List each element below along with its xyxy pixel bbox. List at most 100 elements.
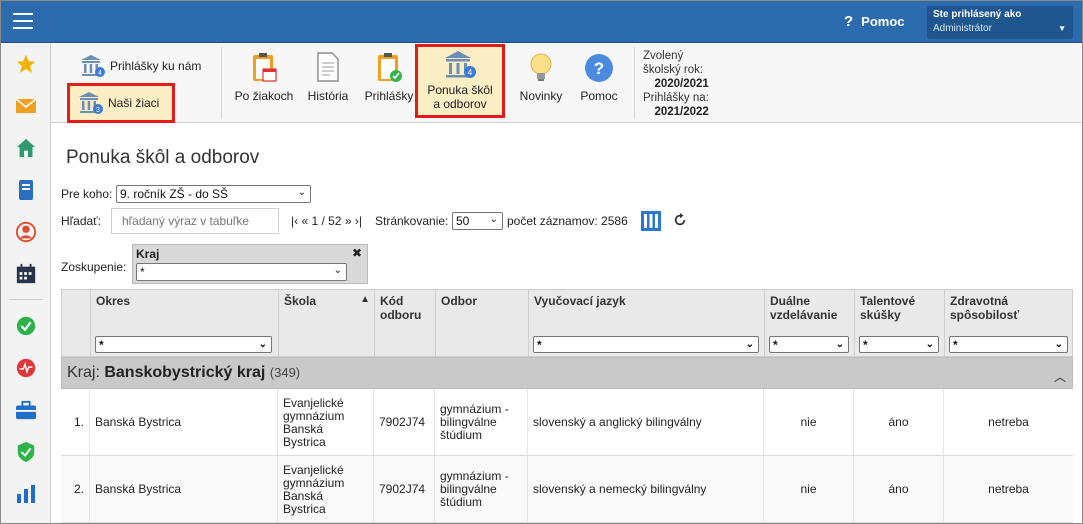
cell-jazyk: slovenský a anglický bilingválny [528,389,764,456]
home-icon[interactable] [14,136,38,160]
cell-talent: áno [854,389,944,456]
chevron-down-icon: ⌄ [1054,339,1063,350]
zdrav-filter[interactable]: * ⌄ [949,336,1068,353]
caret-down-icon: ▼ [1058,24,1066,33]
table-row[interactable]: 1. Banská Bystrica Evanjelické gymnázium… [61,389,1073,456]
prihlasky-ku-nam-label: Prihlášky ku nám [110,59,202,73]
historia-button[interactable]: História [303,51,353,103]
cell-kod: 7902J74 [374,389,435,456]
dualne-filter[interactable]: * ⌄ [769,336,849,353]
prihlasky-label: Prihlášky [364,89,414,103]
star-icon[interactable] [14,52,38,76]
question-icon: ? [844,13,854,30]
sidebar-divider [9,299,43,300]
cell-dualne: nie [764,456,854,523]
nasi-ziaci-button[interactable]: 3 Naši žiaci [67,83,175,123]
row-index: 2. [61,456,90,523]
cell-jazyk: slovenský a nemecký bilingválny [528,456,764,523]
column-header-okres[interactable]: Okres * ⌄ [91,290,279,358]
user-menu[interactable]: Ste prihlásený ako Administrátor ▼ [927,6,1073,39]
ponuka-skol-button[interactable]: 4 Ponuka škôl a odborov [415,44,505,118]
app-window: ? Pomoc Ste prihlásený ako Administrátor … [0,0,1083,524]
chevron-down-icon: ⌄ [925,339,934,350]
info-line4: Prihlášky na: [643,92,709,104]
cell-zdrav: netreba [988,415,1029,429]
okres-filter[interactable]: * ⌄ [95,336,272,353]
nasi-ziaci-label: Naši žiaci [108,96,160,110]
column-header-talent[interactable]: Talentové skúšky * ⌄ [855,290,945,358]
group-by-select[interactable]: * ⌄ [136,263,347,281]
zoskupenie-label: Zoskupenie: [61,260,127,274]
chevron-down-icon: ⌄ [489,214,498,225]
check-circle-icon[interactable] [14,314,38,338]
talent-filter[interactable]: * ⌄ [859,336,939,353]
calendar-icon[interactable] [14,262,38,286]
prihlasky-ku-nam-button[interactable]: 4 Prihlášky ku nám [80,53,201,79]
toolbar-ribbon: 4 Prihlášky ku nám 3 Naši žiaci Po žiako… [51,43,1082,123]
kod-header-line1: Kód [380,294,404,308]
search-input[interactable] [111,208,279,234]
briefcase-icon[interactable] [14,398,38,422]
novinky-label: Novinky [519,89,563,103]
top-bar: ? Pomoc Ste prihlásený ako Administrátor … [1,1,1082,43]
jazyk-header-label: Vyučovací jazyk [534,294,626,308]
cell-okres: Banská Bystrica [90,456,278,523]
pre-koho-value: 9. ročník ZŠ - do SŠ [120,187,229,201]
group-row-kraj[interactable]: Kraj: Banskobystrický kraj (349) ︿ [61,357,1073,389]
clipboard-calendar-icon [253,53,277,82]
bank-icon: 3 [79,92,103,114]
group-count: (349) [269,365,301,380]
column-header-skola[interactable]: Škola ▲ [279,290,375,358]
filter-value: * [773,337,778,352]
school-year-info: Zvolený školský rok: 2020/2021 Prihlášky… [643,49,709,119]
collapse-chevron-icon[interactable]: ︿ [1054,368,1066,385]
column-header-zdrav[interactable]: Zdravotná spôsobilosť * ⌄ [945,290,1074,358]
book-icon[interactable] [14,178,38,202]
prihlasky-button[interactable]: Prihlášky [361,51,417,103]
document-icon [317,52,339,82]
close-icon[interactable]: ✖ [352,246,362,260]
help-link[interactable]: ? Pomoc [844,13,905,30]
svg-text:4: 4 [98,70,102,77]
ponuka-label-line1: Ponuka škôl [427,83,493,97]
info-line2: školský rok: [643,64,704,76]
bank-icon: 4 [445,51,476,78]
page-size-select[interactable]: 50 ⌄ [452,212,503,230]
columns-icon[interactable] [641,211,661,234]
svg-text:3: 3 [96,107,100,114]
group-row-label: Kraj: Banskobystrický kraj (349) [67,364,300,382]
novinky-button[interactable]: Novinky [515,51,567,103]
dualne-header-line2: vzdelávanie [770,308,838,322]
lightbulb-icon [530,53,552,81]
po-ziakoch-button[interactable]: Po žiakoch [231,51,297,103]
refresh-icon[interactable] [673,213,687,230]
okres-header-label: Okres [96,294,131,308]
pre-koho-select[interactable]: 9. ročník ZŠ - do SŠ ⌄ [116,185,311,203]
envelope-icon[interactable] [14,94,38,118]
column-header-kod[interactable]: Kód odboru [375,290,436,358]
user-line1: Ste prihlásený ako [933,9,1022,20]
chevron-down-icon: ⌄ [745,339,754,350]
column-header-jazyk[interactable]: Vyučovací jazyk * ⌄ [529,290,765,358]
shield-icon[interactable] [14,440,38,464]
po-ziakoch-label: Po žiakoch [234,89,294,103]
pulse-icon[interactable] [14,356,38,380]
column-header-odbor[interactable]: Odbor [436,290,529,358]
user-role: Administrátor [933,23,992,34]
ribbon-divider [634,47,635,119]
person-icon[interactable] [14,220,38,244]
table-row[interactable]: 2. Banská Bystrica Evanjelické gymnázium… [61,456,1073,523]
bar-chart-icon[interactable] [14,482,38,506]
filter-value: * [863,337,868,352]
column-header-dualne[interactable]: Duálne vzdelávanie * ⌄ [765,290,855,358]
page-size-value: 50 [456,214,470,228]
schools-table: Okres * ⌄ Škola ▲ Kód odboru Odbor Vyučov… [61,289,1074,523]
pomoc-button[interactable]: ? Pomoc [575,51,623,103]
svg-text:4: 4 [468,68,473,77]
table-header: Okres * ⌄ Škola ▲ Kód odboru Odbor Vyučov… [61,289,1074,358]
ribbon-divider [221,47,222,119]
jazyk-filter[interactable]: * ⌄ [533,336,759,353]
ponuka-label-line2: a odborov [433,97,487,111]
pager-controls[interactable]: |‹ « 1 / 52 » ›| [291,214,362,228]
hamburger-menu-icon[interactable] [13,13,33,29]
